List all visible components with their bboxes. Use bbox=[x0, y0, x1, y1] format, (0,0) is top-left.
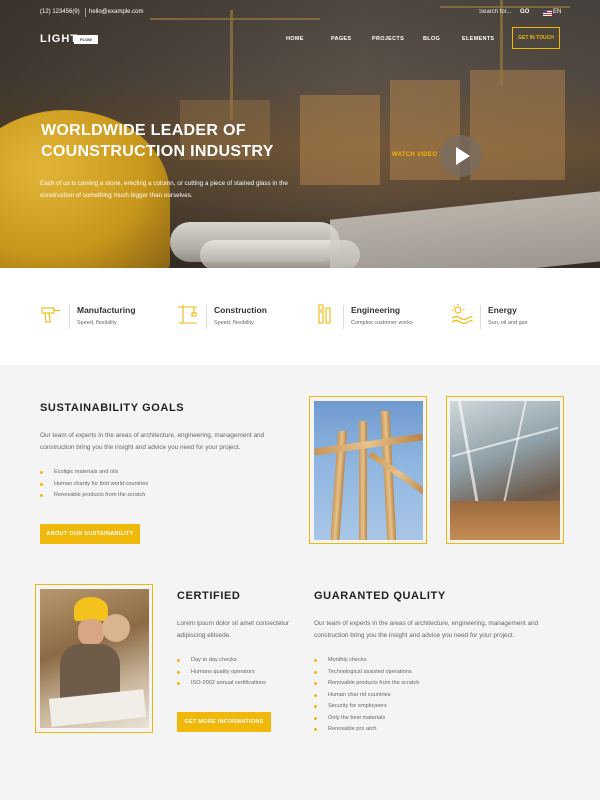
background-building bbox=[470, 70, 565, 180]
sun-icon bbox=[451, 304, 473, 325]
divider bbox=[206, 305, 207, 329]
drill-icon bbox=[41, 307, 60, 323]
nav-pages[interactable]: PAGES bbox=[331, 36, 351, 42]
sustainability-title: SUSTAINABILITY GOALS bbox=[40, 402, 185, 414]
nav-elements[interactable]: ELEMENTS bbox=[462, 36, 494, 42]
tools-icon bbox=[318, 304, 331, 324]
play-button-icon[interactable] bbox=[440, 135, 482, 177]
watch-video-link[interactable]: WATCH VIDEO bbox=[392, 152, 437, 158]
about-sustainability-button[interactable]: ABOUT OUR SUSTAINABILITY bbox=[40, 524, 140, 544]
feature-subtitle: Complex customer works bbox=[351, 320, 413, 326]
hero-title-line: WORLDWIDE LEADER OF bbox=[41, 122, 246, 139]
language-selector[interactable]: EN bbox=[553, 9, 561, 15]
certified-text: Lorem ipsum dolor sit amet consectetur a… bbox=[177, 620, 289, 639]
crane-mast bbox=[230, 10, 233, 120]
certified-title: CERTIFIED bbox=[177, 590, 241, 602]
logo[interactable]: LIGHT bbox=[40, 33, 78, 45]
search-go-button[interactable]: GO bbox=[520, 9, 529, 15]
timber-brace bbox=[368, 451, 423, 497]
sustainability-text: Our team of experts in the areas of arch… bbox=[40, 432, 265, 451]
feature-title: Construction bbox=[214, 305, 267, 315]
list-item: Ecoligic materials and oils bbox=[40, 467, 290, 479]
worker-face bbox=[102, 614, 130, 642]
feature-energy[interactable]: Energy Sun, oil and gas bbox=[451, 303, 581, 333]
hero-text: Each of us is carving a stone, erecting … bbox=[40, 180, 288, 199]
feature-title: Engineering bbox=[351, 305, 401, 315]
list-item: Technological assisted operations bbox=[314, 667, 564, 679]
get-in-touch-button[interactable]: GET IN TOUCH bbox=[512, 27, 560, 49]
list-item: Monthly checks bbox=[314, 655, 564, 667]
timber-post bbox=[380, 411, 397, 540]
list-item: Renovable products from the scratch bbox=[314, 678, 564, 690]
list-item: ISO-2002 annual certifications bbox=[177, 678, 297, 690]
feature-construction[interactable]: Construction Speed, flexibility bbox=[177, 303, 307, 333]
timber-post bbox=[359, 421, 367, 540]
interior-image bbox=[450, 401, 560, 540]
nav-projects[interactable]: PROJECTS bbox=[372, 36, 404, 42]
list-item: Human charity for thirt world countries bbox=[40, 479, 290, 491]
nav-blog[interactable]: BLOG bbox=[423, 36, 440, 42]
feature-title: Manufacturing bbox=[77, 305, 136, 315]
list-item: Security for employeers bbox=[314, 701, 564, 713]
wood-frame-image bbox=[314, 401, 423, 540]
list-item: Renovable pro atch bbox=[314, 724, 564, 736]
crane-icon bbox=[178, 305, 197, 324]
hero-title: WORLDWIDE LEADER OF COUNSTRUCTION INDUST… bbox=[41, 120, 341, 162]
hard-hat bbox=[74, 597, 108, 621]
divider bbox=[69, 305, 70, 329]
sustainability-list: Ecoligic materials and oils Human charit… bbox=[40, 467, 290, 502]
search-input[interactable]: Search for... bbox=[479, 9, 511, 15]
quality-title: GUARANTED QUALITY bbox=[314, 590, 446, 602]
feature-engineering[interactable]: Engineering Complex customer works bbox=[314, 303, 444, 333]
list-item: Only the best materials bbox=[314, 713, 564, 725]
blueprint-sheet bbox=[330, 190, 600, 268]
feature-subtitle: Sun, oil and gas bbox=[488, 320, 528, 326]
features-section: Manufacturing Speed, flexibility Constru… bbox=[0, 268, 600, 365]
feature-manufacturing[interactable]: Manufacturing Speed, flexibility bbox=[40, 303, 170, 333]
list-item: Human char rid countries bbox=[314, 690, 564, 702]
feature-title: Energy bbox=[488, 305, 517, 315]
timber-beam bbox=[314, 433, 423, 456]
divider bbox=[343, 305, 344, 329]
phone-number[interactable]: (12) 123456(9) bbox=[40, 9, 80, 15]
logo-badge: FLOW bbox=[74, 35, 98, 44]
top-bar: (12) 123456(9) hello@example.com Search … bbox=[40, 8, 561, 21]
nav-home[interactable]: HOME bbox=[286, 36, 304, 42]
divider bbox=[480, 305, 481, 329]
wood-floor bbox=[450, 501, 560, 540]
crane-jib bbox=[440, 6, 570, 8]
workers-image bbox=[40, 589, 149, 728]
get-more-info-button[interactable]: GET MORE INFORMATIONS bbox=[177, 712, 271, 732]
feature-subtitle: Speed, flexibility bbox=[77, 320, 117, 326]
list-item: Day to day checks bbox=[177, 655, 297, 667]
divider bbox=[85, 8, 86, 17]
hero-title-line: COUNSTRUCTION INDUSTRY bbox=[41, 143, 274, 160]
worker-face bbox=[78, 619, 104, 645]
certified-list: Day to day checks Humans quality operato… bbox=[177, 655, 297, 690]
quality-text: Our team of experts in the areas of arch… bbox=[314, 620, 539, 639]
quality-list: Monthly checks Technological assisted op… bbox=[314, 655, 564, 736]
us-flag-icon[interactable] bbox=[543, 10, 552, 16]
hero-section: (12) 123456(9) hello@example.com Search … bbox=[0, 0, 600, 268]
feature-subtitle: Speed, flexibility bbox=[214, 320, 254, 326]
list-item: Humans quality operators bbox=[177, 667, 297, 679]
list-item: Renovable products from the scratch bbox=[40, 490, 290, 502]
email-link[interactable]: hello@example.com bbox=[89, 9, 143, 15]
